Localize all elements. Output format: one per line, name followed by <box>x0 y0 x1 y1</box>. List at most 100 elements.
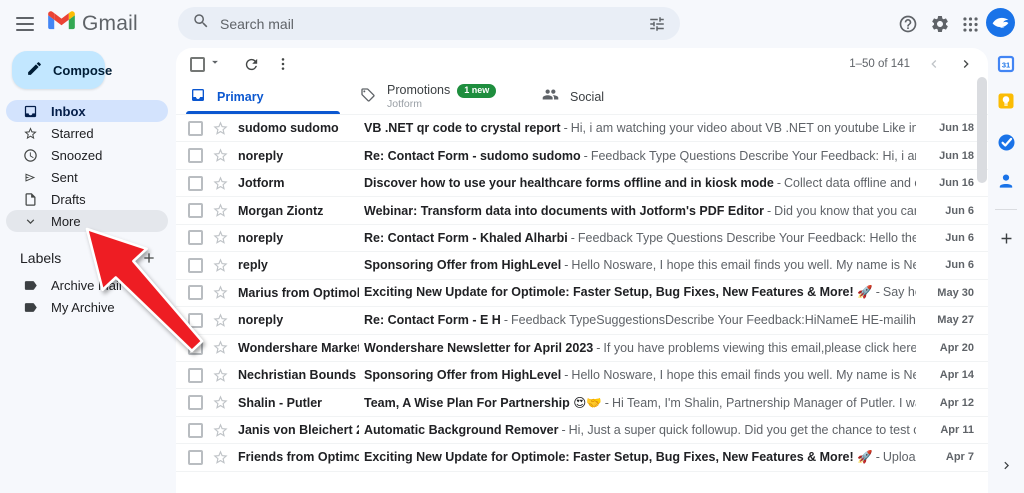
email-checkbox[interactable] <box>188 368 203 383</box>
email-checkbox[interactable] <box>188 395 203 410</box>
email-checkbox[interactable] <box>188 313 203 328</box>
compose-button[interactable]: Compose <box>12 51 105 89</box>
help-icon[interactable] <box>896 12 920 36</box>
email-row[interactable]: Morgan Ziontz Webinar: Transform data in… <box>176 197 988 224</box>
subject-snippet-separator: - <box>561 258 571 272</box>
email-row[interactable]: Shalin - Putler Team, A Wise Plan For Pa… <box>176 389 988 416</box>
email-subject: Wondershare Newsletter for April 2023 <box>364 341 593 355</box>
email-snippet: Feedback TypeSuggestionsDescribe Your Fe… <box>511 313 916 327</box>
email-subject-area: Sponsoring Offer from HighLevel-Hello No… <box>364 368 916 382</box>
email-row[interactable]: reply Sponsoring Offer from HighLevel-He… <box>176 252 988 279</box>
tab-primary-label: Primary <box>217 90 264 104</box>
sidebar-item-sent[interactable]: Sent <box>6 166 168 188</box>
search-options-icon[interactable] <box>648 15 666 33</box>
refresh-icon[interactable] <box>240 53 262 75</box>
sidebar-item-inbox[interactable]: Inbox <box>6 100 168 122</box>
star-icon[interactable] <box>212 394 229 411</box>
sidebar-item-starred[interactable]: Starred <box>6 122 168 144</box>
email-snippet: Feedback Type Questions Describe Your Fe… <box>578 231 916 245</box>
sidebar-item-snoozed[interactable]: Snoozed <box>6 144 168 166</box>
tasks-icon[interactable] <box>996 132 1016 152</box>
subject-snippet-separator: - <box>593 341 603 355</box>
star-icon[interactable] <box>212 229 229 246</box>
email-checkbox[interactable] <box>188 285 203 300</box>
tab-promotions[interactable]: Promotions 1 new Jotform <box>350 80 532 114</box>
newer-page-chevron-left-icon[interactable] <box>926 56 942 72</box>
email-checkbox[interactable] <box>188 121 203 136</box>
vertical-scrollbar[interactable] <box>977 77 987 183</box>
get-addons-plus-icon[interactable] <box>996 228 1016 248</box>
star-icon[interactable] <box>212 147 229 164</box>
email-row[interactable]: noreply Re: Contact Form - sudomo sudomo… <box>176 142 988 169</box>
hide-side-panel-chevron-icon[interactable] <box>996 455 1016 475</box>
email-row[interactable]: noreply Re: Contact Form - E H-Feedback … <box>176 307 988 334</box>
email-row[interactable]: Janis von Bleichert 2 Automatic Backgrou… <box>176 417 988 444</box>
star-icon[interactable] <box>212 312 229 329</box>
calendar-icon[interactable]: 31 <box>996 54 1016 74</box>
email-checkbox[interactable] <box>188 423 203 438</box>
tab-social[interactable]: Social <box>532 80 662 114</box>
star-icon[interactable] <box>212 367 229 384</box>
email-snippet: Hi, Just a super quick followup. Did you… <box>569 423 916 437</box>
select-all-checkbox[interactable] <box>190 57 205 72</box>
more-options-icon[interactable] <box>272 53 294 75</box>
email-checkbox[interactable] <box>188 176 203 191</box>
star-icon[interactable] <box>212 175 229 192</box>
email-sender: Jotform <box>238 176 359 190</box>
email-date: Jun 16 <box>922 177 974 189</box>
email-subject-area: Exciting New Update for Optimole: Faster… <box>364 450 916 465</box>
label-item-my-archive[interactable]: My Archive <box>6 296 168 318</box>
sidebar-item-drafts[interactable]: Drafts <box>6 188 168 210</box>
sidebar-item-more[interactable]: More <box>6 210 168 232</box>
email-checkbox[interactable] <box>188 450 203 465</box>
star-icon[interactable] <box>212 449 229 466</box>
email-subject: Team, A Wise Plan For Partnership 😍🤝 <box>364 396 602 410</box>
star-icon[interactable] <box>212 422 229 439</box>
email-row[interactable]: Jotform Discover how to use your healthc… <box>176 170 988 197</box>
profile-avatar[interactable] <box>986 8 1015 37</box>
email-row[interactable]: Wondershare Marketi. Wondershare Newslet… <box>176 335 988 362</box>
email-subject: Exciting New Update for Optimole: Faster… <box>364 285 873 299</box>
tag-icon <box>360 87 376 108</box>
contacts-icon[interactable] <box>996 171 1016 191</box>
mail-list-panel: 1–50 of 141 Primary <box>176 48 988 493</box>
star-icon[interactable] <box>212 120 229 137</box>
email-date: Jun 6 <box>922 259 974 271</box>
label-item-archive-mail[interactable]: Archive Mail <box>6 274 168 296</box>
email-row[interactable]: Marius from Optimole Exciting New Update… <box>176 280 988 307</box>
email-checkbox[interactable] <box>188 203 203 218</box>
email-row[interactable]: sudomo sudomo VB .NET qr code to crystal… <box>176 115 988 142</box>
email-checkbox[interactable] <box>188 148 203 163</box>
email-checkbox[interactable] <box>188 230 203 245</box>
email-snippet: Upload images directly on the d... <box>883 450 916 464</box>
star-icon[interactable] <box>212 339 229 356</box>
email-subject-area: Wondershare Newsletter for April 2023-If… <box>364 341 916 355</box>
email-checkbox[interactable] <box>188 340 203 355</box>
labels-list: Archive Mail My Archive <box>0 274 176 318</box>
search-input[interactable] <box>220 16 638 32</box>
email-date: May 27 <box>922 314 974 326</box>
older-page-chevron-right-icon[interactable] <box>958 56 974 72</box>
search-icon[interactable] <box>192 12 210 35</box>
star-icon[interactable] <box>212 284 229 301</box>
email-row[interactable]: Friends from Optimo. Exciting New Update… <box>176 444 988 471</box>
email-date: Apr 12 <box>922 397 974 409</box>
create-label-plus-icon[interactable] <box>140 249 158 267</box>
email-subject: Exciting New Update for Optimole: Faster… <box>364 450 873 464</box>
email-sender: noreply <box>238 313 359 327</box>
star-icon[interactable] <box>212 202 229 219</box>
settings-gear-icon[interactable] <box>928 12 952 36</box>
keep-icon[interactable] <box>996 91 1016 111</box>
main-menu-icon[interactable] <box>16 12 40 36</box>
email-row[interactable]: noreply Re: Contact Form - Khaled Alharb… <box>176 225 988 252</box>
subject-snippet-separator: - <box>501 313 511 327</box>
email-checkbox[interactable] <box>188 258 203 273</box>
email-snippet: If you have problems viewing this email,… <box>603 341 916 355</box>
google-apps-grid-icon[interactable] <box>958 12 982 36</box>
email-sender: Janis von Bleichert 2 <box>238 423 359 437</box>
email-row[interactable]: Nechristian Bounds Sponsoring Offer from… <box>176 362 988 389</box>
star-icon[interactable] <box>212 257 229 274</box>
search-bar[interactable] <box>178 7 680 40</box>
tab-primary[interactable]: Primary <box>180 80 350 114</box>
select-dropdown-caret-icon[interactable] <box>208 55 222 74</box>
